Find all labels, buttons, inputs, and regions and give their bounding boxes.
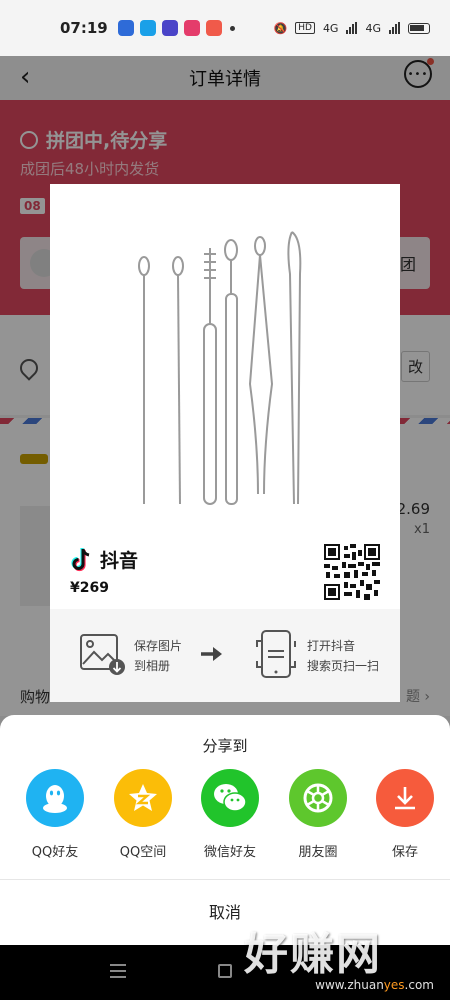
wechat-icon[interactable] bbox=[201, 769, 259, 827]
step2-line2: 搜索页扫一扫 bbox=[307, 659, 380, 673]
share-label: QQ好友 bbox=[31, 845, 79, 860]
mute-icon: 🔕 bbox=[273, 21, 288, 35]
step1-line1: 保存图片 bbox=[134, 639, 183, 653]
save-image-icon bbox=[80, 634, 125, 675]
share-wechat-friend-button[interactable]: 微信好友 bbox=[192, 769, 268, 860]
menu-icon[interactable] bbox=[110, 964, 126, 978]
status-right: 🔕 HD 4G 4G bbox=[274, 22, 430, 35]
share-poster-card: 抖音 ¥269 保存图片 到相册 打开抖音 搜索页扫一扫 bbox=[50, 184, 400, 702]
share-label: 保存 bbox=[391, 845, 418, 860]
network-label: 4G bbox=[322, 21, 339, 35]
step1-text: 保存图片 到相册 bbox=[134, 636, 182, 676]
share-moments-button[interactable]: 朋友圈 bbox=[280, 769, 356, 860]
watermark: 好赚网 www.zhuanyes.com bbox=[244, 918, 434, 998]
share-label: 微信好友 bbox=[203, 845, 256, 860]
arrow-right-icon bbox=[201, 647, 222, 661]
share-qq-friend-button[interactable]: QQ好友 bbox=[17, 769, 93, 860]
share-label: QQ空间 bbox=[119, 845, 167, 860]
share-save-button[interactable]: 保存 bbox=[367, 769, 443, 860]
douyin-brand: 抖音 bbox=[70, 546, 138, 573]
scan-phone-icon bbox=[256, 630, 296, 678]
qr-code-icon bbox=[324, 544, 380, 600]
moments-icon[interactable] bbox=[289, 769, 347, 827]
watermark-title: 好赚网 bbox=[244, 929, 382, 980]
signal-icon bbox=[346, 22, 358, 34]
qq-icon[interactable] bbox=[26, 769, 84, 827]
more-notifications-dot-icon bbox=[229, 25, 235, 31]
battery-icon bbox=[408, 22, 430, 34]
poster-price: ¥269 bbox=[70, 580, 109, 596]
status-bar: 07:19 🔕 HD 4G 4G bbox=[0, 0, 450, 56]
app-notification-icon bbox=[205, 20, 222, 36]
app-notification-icon bbox=[161, 20, 178, 36]
hd-badge: HD bbox=[295, 22, 315, 34]
app-notification-icon bbox=[139, 20, 156, 36]
share-sheet: 分享到 QQ好友 QQ空间 微信好友 朋友圈 保存 取消 bbox=[0, 715, 450, 945]
step2-text: 打开抖音 搜索页扫一扫 bbox=[307, 636, 379, 676]
share-sheet-title: 分享到 bbox=[202, 737, 248, 755]
brand-name: 抖音 bbox=[100, 550, 139, 572]
app-notification-icon bbox=[117, 20, 134, 36]
signal-icon-2 bbox=[389, 22, 400, 34]
watermark-url-b: .com bbox=[404, 978, 434, 992]
status-time: 07:19 bbox=[60, 19, 108, 37]
home-icon[interactable] bbox=[218, 964, 232, 978]
app-notification-icon bbox=[183, 20, 200, 36]
divider bbox=[0, 879, 450, 880]
step1-line2: 到相册 bbox=[134, 659, 171, 673]
network-label-2: 4G bbox=[365, 21, 381, 35]
watermark-url-yes: yes bbox=[383, 978, 405, 992]
douyin-logo-icon bbox=[71, 547, 90, 571]
poster-instructions: 保存图片 到相册 打开抖音 搜索页扫一扫 bbox=[50, 609, 400, 702]
save-icon[interactable] bbox=[376, 769, 434, 827]
watermark-url-a: www.zhuan bbox=[315, 978, 384, 992]
step2-line1: 打开抖音 bbox=[307, 639, 356, 653]
share-qzone-button[interactable]: QQ空间 bbox=[105, 769, 181, 860]
share-label: 朋友圈 bbox=[298, 845, 338, 860]
notification-icons bbox=[117, 20, 222, 36]
product-image bbox=[50, 184, 400, 524]
qzone-icon[interactable] bbox=[114, 769, 172, 827]
